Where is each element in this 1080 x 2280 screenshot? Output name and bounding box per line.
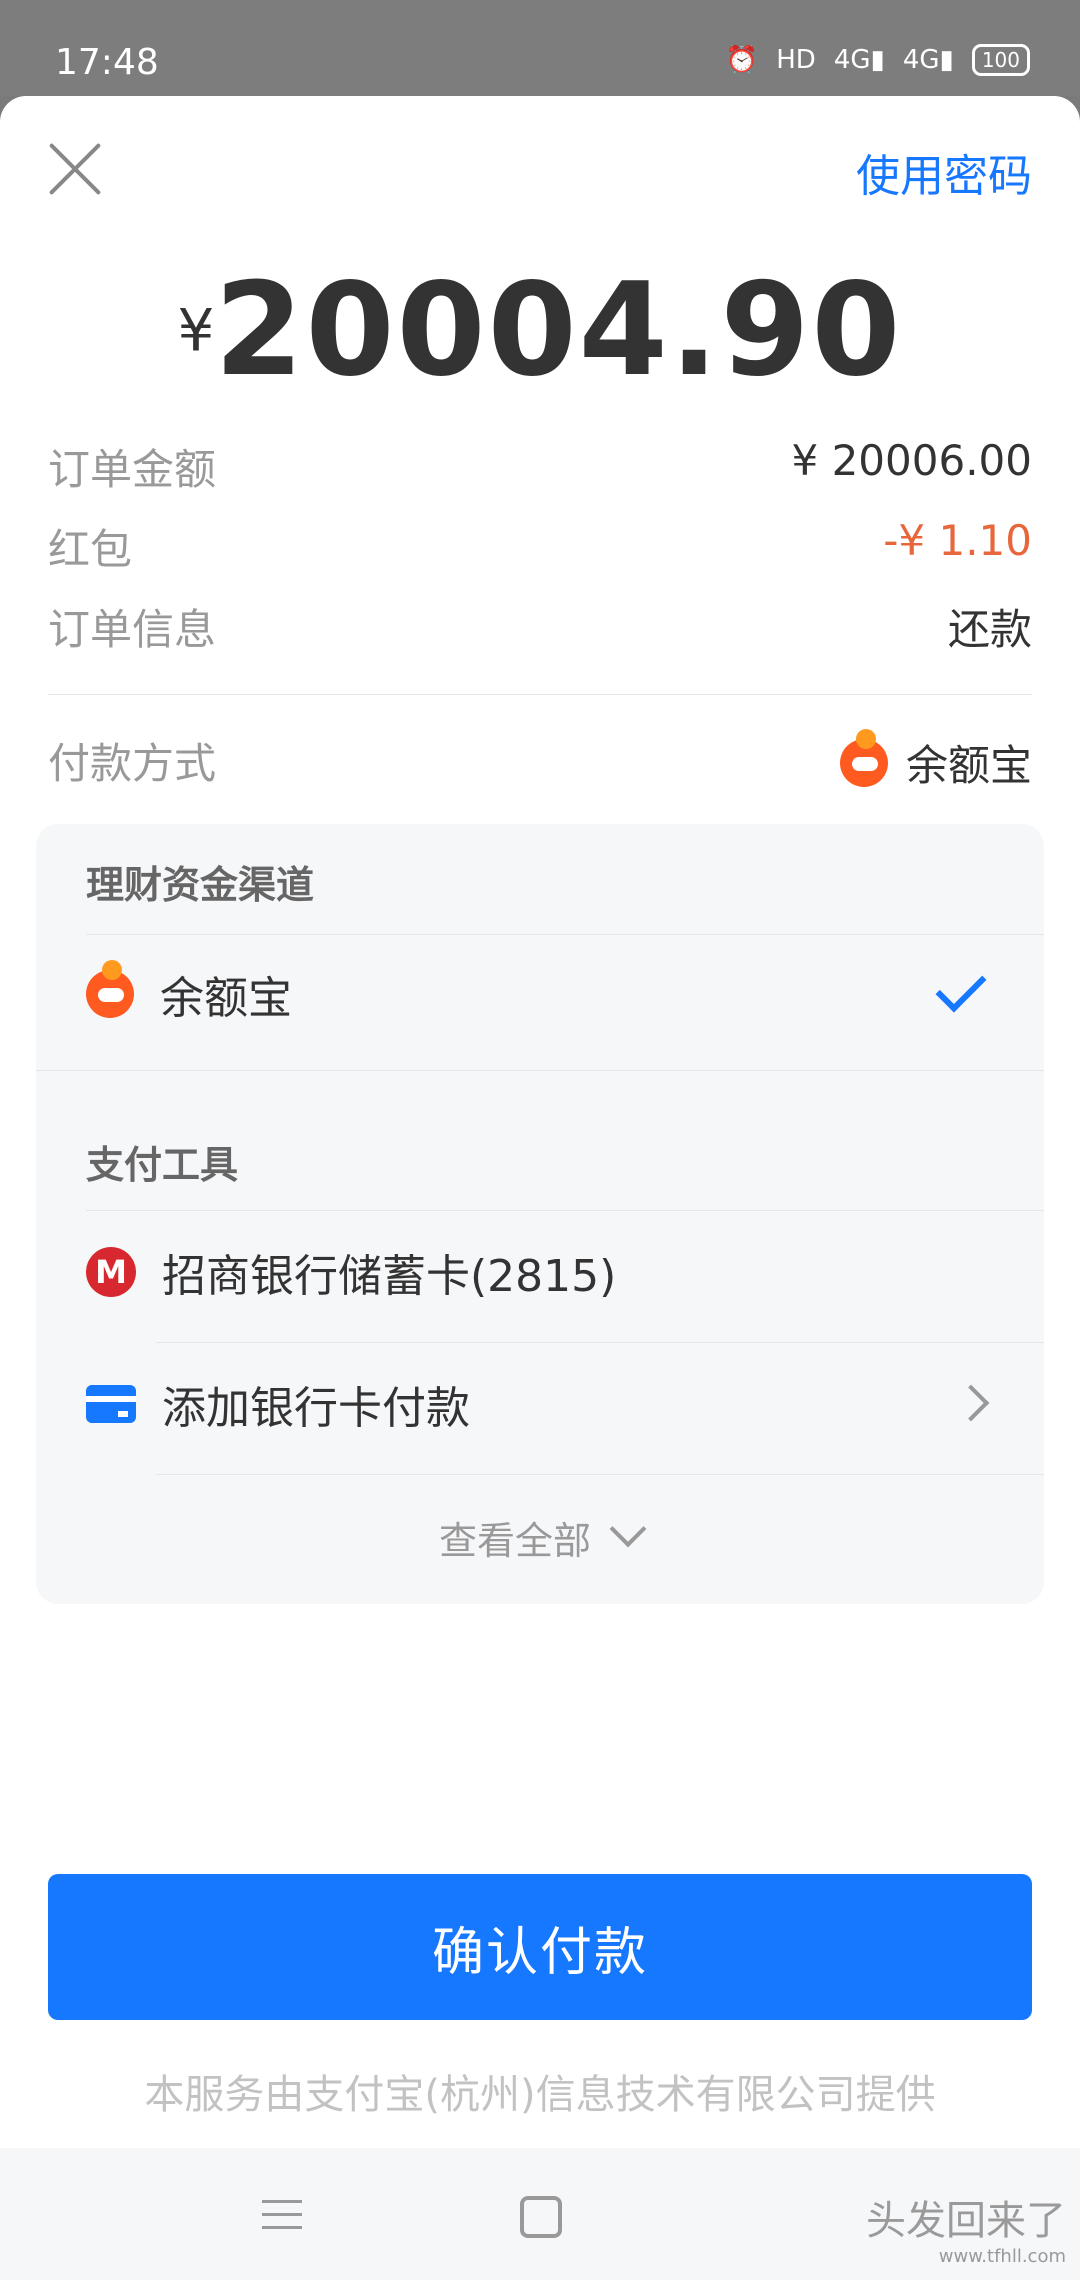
option-cmb-label: 招商银行储蓄卡(2815) <box>162 1251 617 1302</box>
divider <box>156 1474 1044 1475</box>
option-yuebao-label: 余额宝 <box>160 973 292 1024</box>
use-password-link[interactable]: 使用密码 <box>856 140 1032 204</box>
system-nav-bar: 头发回来了 www.tfhll.com <box>0 2148 1080 2280</box>
red-packet-value: -¥ 1.10 <box>883 516 1032 565</box>
divider <box>86 934 1044 935</box>
divider <box>156 1342 1044 1343</box>
menu-icon[interactable] <box>262 2200 302 2230</box>
detail-row-order-info: 订单信息 还款 <box>48 596 1032 656</box>
home-icon[interactable] <box>520 2196 562 2238</box>
yuebao-icon <box>839 728 888 787</box>
divider <box>36 1070 1044 1071</box>
chevron-down-icon <box>609 1510 647 1548</box>
selected-check-icon <box>935 961 987 1013</box>
4g-signal-icon-2: 4G▮ <box>902 45 954 75</box>
payment-method-selected[interactable]: 余额宝 <box>839 728 1032 793</box>
battery-icon: 100 <box>971 44 1030 76</box>
option-cmb-card[interactable]: M 招商银行储蓄卡(2815) <box>86 1222 1044 1322</box>
hd-icon: HD <box>776 45 816 75</box>
payment-sheet: 使用密码 ¥20004.90 订单金额 ¥ 20006.00 红包 -¥ 1.1… <box>0 96 1080 2280</box>
cmb-bank-icon: M <box>86 1247 136 1297</box>
yuebao-icon <box>86 960 134 1018</box>
order-amount-value: ¥ 20006.00 <box>791 436 1032 485</box>
watermark-title: 头发回来了 <box>866 2198 1066 2244</box>
provider-notice: 本服务由支付宝(杭州)信息技术有限公司提供 <box>144 2072 936 2118</box>
order-info-value: 还款 <box>947 605 1032 654</box>
view-all-button[interactable]: 查看全部 <box>36 1510 1044 1565</box>
order-amount-label: 订单金额 <box>48 445 217 494</box>
section-title-tools: 支付工具 <box>86 1143 239 1187</box>
divider <box>86 1210 1044 1211</box>
payment-options-panel: 理财资金渠道 余额宝 支付工具 M 招商银行储蓄卡(2815) 添加银行卡付款 … <box>36 824 1044 1604</box>
payment-method-label: 付款方式 <box>48 739 217 788</box>
close-icon[interactable] <box>46 140 104 198</box>
detail-row-red-packet: 红包 -¥ 1.10 <box>48 516 1032 576</box>
status-time: 17:48 <box>55 42 159 83</box>
watermark: 头发回来了 www.tfhll.com <box>866 2188 1066 2267</box>
option-add-card-label: 添加银行卡付款 <box>162 1383 470 1434</box>
order-info-label: 订单信息 <box>48 605 217 654</box>
section-title-wealth: 理财资金渠道 <box>86 863 315 907</box>
status-bar: 17:48 ⏰ HD 4G▮ 4G▮ 100 <box>0 0 1080 96</box>
chevron-right-icon <box>952 1384 990 1422</box>
divider <box>48 694 1032 695</box>
bank-card-icon <box>86 1385 136 1423</box>
amount-value: 20004.90 <box>214 256 903 405</box>
alarm-icon: ⏰ <box>725 45 759 75</box>
payment-method-value: 余额宝 <box>905 741 1032 790</box>
red-packet-label: 红包 <box>48 525 133 574</box>
option-add-card[interactable]: 添加银行卡付款 <box>86 1354 1044 1454</box>
payment-amount: ¥20004.90 <box>0 256 1080 405</box>
detail-row-order-amount: 订单金额 ¥ 20006.00 <box>48 436 1032 496</box>
option-yuebao[interactable]: 余额宝 <box>86 944 1044 1044</box>
watermark-url: www.tfhll.com <box>938 2246 1066 2267</box>
4g-signal-icon: 4G▮ <box>833 45 885 75</box>
view-all-label: 查看全部 <box>438 1519 591 1563</box>
amount-currency: ¥ <box>177 296 215 365</box>
status-icons: ⏰ HD 4G▮ 4G▮ 100 <box>726 44 1030 76</box>
confirm-payment-button[interactable]: 确认付款 <box>48 1874 1032 2020</box>
